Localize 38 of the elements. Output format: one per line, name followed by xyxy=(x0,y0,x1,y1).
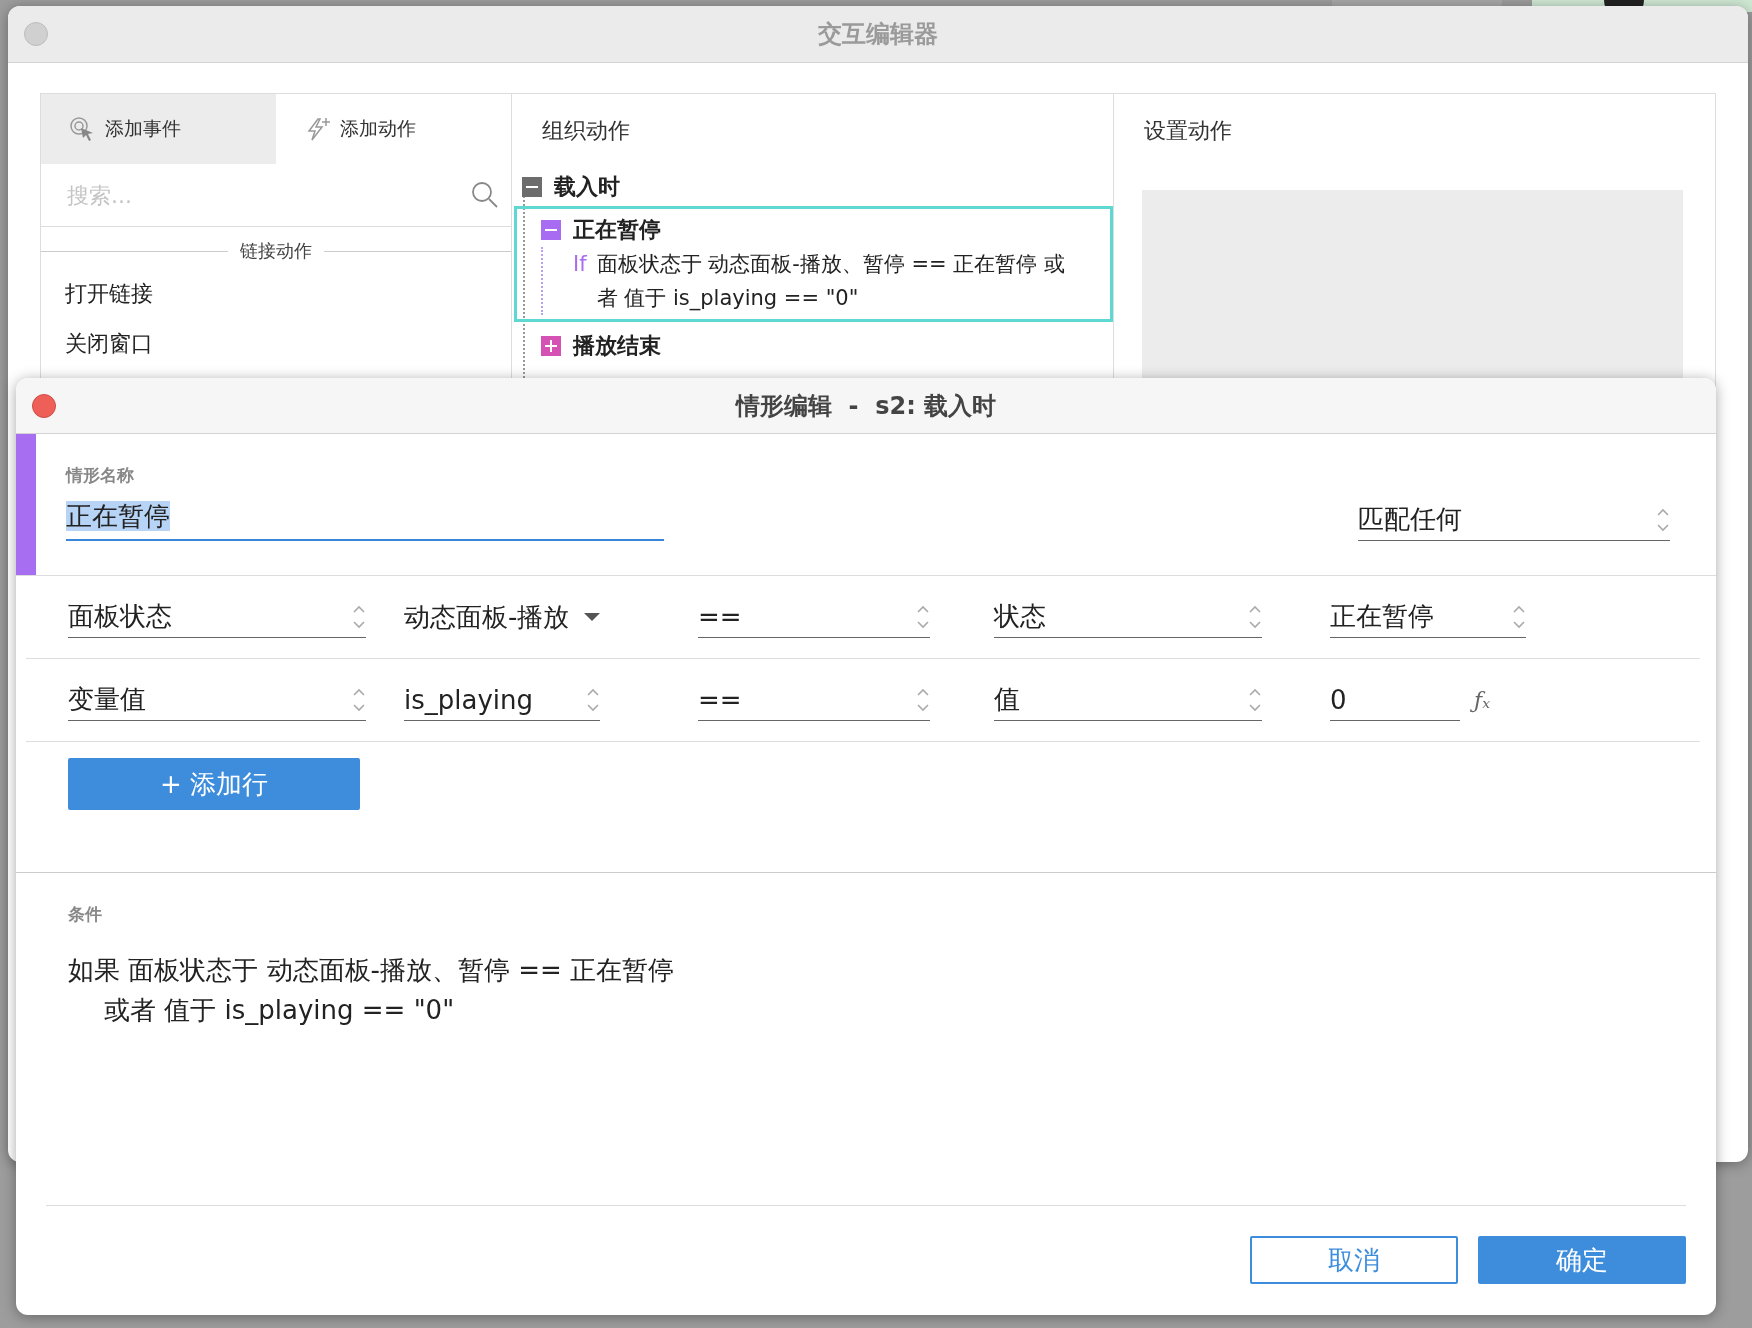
condition-select[interactable]: == xyxy=(698,679,930,721)
event-label: 载入时 xyxy=(554,173,620,201)
expand-icon[interactable] xyxy=(541,336,561,356)
action-item[interactable]: 关闭窗口 xyxy=(41,319,511,369)
keyword: If xyxy=(573,251,587,278)
condition-dropdown[interactable]: 动态面板-播放 xyxy=(404,596,620,638)
panel-heading: 组织动作 xyxy=(541,117,631,145)
condition-select[interactable]: 面板状态 xyxy=(68,596,366,638)
close-icon[interactable] xyxy=(32,393,56,418)
section-label: 条件 xyxy=(68,903,103,926)
group-heading: 链接动作 xyxy=(240,239,312,263)
case-label: 正在暂停 xyxy=(573,216,661,244)
case-name-field[interactable]: 正在暂停 xyxy=(66,499,664,541)
action-item[interactable]: 打开链接 xyxy=(41,269,511,319)
condition-select[interactable]: == xyxy=(698,596,930,638)
tab[interactable]: 添加动作 xyxy=(276,94,511,164)
case-label: 播放结束 xyxy=(573,332,661,360)
case-item[interactable]: 播放结束 xyxy=(514,322,1113,370)
condition-select[interactable]: 值 xyxy=(994,679,1262,721)
value-field[interactable]: 0 xyxy=(1330,679,1461,721)
match-select[interactable]: 匹配任何 xyxy=(1358,499,1670,541)
condition-text: 面板状态于 动态面板-播放、暂停 == 正在暂停 或者 值于 is_playing == "0" xyxy=(596,251,1067,313)
collapse-icon[interactable] xyxy=(541,220,561,240)
condition-summary: 如果 面板状态于 动态面板-播放、暂停 == 正在暂停 或者 值于 is_playing == "0" xyxy=(68,954,675,1027)
tab[interactable]: 添加事件 xyxy=(41,94,276,164)
dialog-title: 情形编辑 - s2: 载入时 xyxy=(735,390,997,422)
panel-heading: 设置动作 xyxy=(1143,117,1233,145)
caret-icon xyxy=(583,612,602,622)
search-icon[interactable] xyxy=(471,181,499,209)
condition-select[interactable]: is_playing xyxy=(404,679,600,721)
condition-select[interactable]: 正在暂停 xyxy=(1330,596,1526,638)
condition-select[interactable]: 变量值 xyxy=(68,679,366,721)
field-label: 情形名称 xyxy=(66,464,135,487)
collapse-icon[interactable] xyxy=(522,177,542,197)
condition-select[interactable]: 状态 xyxy=(994,596,1262,638)
case-item[interactable]: 正在暂停 If 面板状态于 动态面板-播放、暂停 == 正在暂停 或者 值于 is_playing == "0" xyxy=(514,206,1113,322)
window-title: 交互编辑器 xyxy=(818,19,938,50)
search-field[interactable]: 搜索... xyxy=(65,181,471,209)
